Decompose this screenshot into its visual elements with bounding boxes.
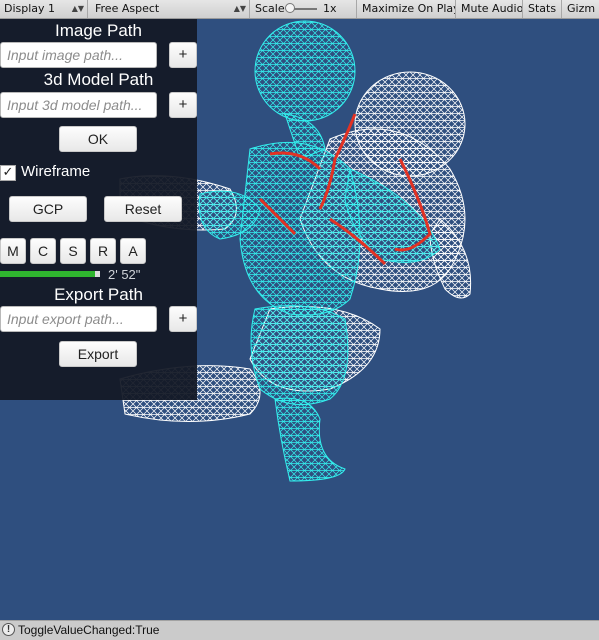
dropdown-arrow-icon: ▲▼ <box>233 4 246 13</box>
image-path-label: Image Path <box>55 21 142 40</box>
maximize-on-play-toggle[interactable]: Maximize On Play <box>358 0 456 18</box>
model-path-label: 3d Model Path <box>43 70 154 89</box>
gizmos-label: Gizm <box>567 2 596 15</box>
display-dropdown[interactable]: Display 1 ▲▼ <box>0 0 88 18</box>
scale-label: Scale <box>255 2 285 15</box>
elapsed-time: 2' 52" <box>108 267 141 282</box>
scale-value: 1x <box>323 2 337 15</box>
progress-bar <box>0 271 100 277</box>
wireframe-label: Wireframe <box>21 163 91 180</box>
display-label: Display 1 <box>4 2 56 15</box>
ok-button[interactable]: OK <box>59 126 137 152</box>
stats-label: Stats <box>528 2 557 15</box>
mode-button-s[interactable]: S <box>60 238 86 264</box>
mode-button-a[interactable]: A <box>120 238 146 264</box>
aspect-label: Free Aspect <box>95 2 160 15</box>
mode-button-m[interactable]: M <box>0 238 26 264</box>
game-view-toolbar: Display 1 ▲▼ Free Aspect ▲▼ Scale 1x Max… <box>0 0 599 19</box>
progress-bar-fill <box>0 271 95 277</box>
status-message: ToggleValueChanged:True <box>18 623 160 637</box>
wireframe-checkbox[interactable]: ✓ <box>0 165 16 181</box>
aspect-dropdown[interactable]: Free Aspect ▲▼ <box>91 0 250 18</box>
console-status-bar[interactable]: ! ToggleValueChanged:True <box>0 620 599 640</box>
add-export-button[interactable]: + <box>169 306 197 332</box>
dropdown-arrow-icon: ▲▼ <box>71 4 84 13</box>
mute-audio-label: Mute Audio <box>461 2 523 15</box>
export-button[interactable]: Export <box>59 341 137 367</box>
mode-button-c[interactable]: C <box>30 238 56 264</box>
scale-slider-handle[interactable] <box>285 3 295 13</box>
info-icon: ! <box>2 623 15 636</box>
mode-button-r[interactable]: R <box>90 238 116 264</box>
control-panel: Image Path + 3d Model Path + OK ✓ Wirefr… <box>0 19 197 400</box>
model-path-input[interactable] <box>0 92 157 118</box>
export-path-input[interactable] <box>0 306 157 332</box>
image-path-input[interactable] <box>0 42 157 68</box>
check-icon: ✓ <box>2 165 14 180</box>
stats-toggle[interactable]: Stats <box>524 0 562 18</box>
add-model-button[interactable]: + <box>169 92 197 118</box>
export-path-label: Export Path <box>54 285 143 304</box>
maximize-on-play-label: Maximize On Play <box>362 2 456 15</box>
add-image-button[interactable]: + <box>169 42 197 68</box>
gcp-button[interactable]: GCP <box>9 196 87 222</box>
gizmos-dropdown[interactable]: Gizm <box>563 0 599 18</box>
reset-button[interactable]: Reset <box>104 196 182 222</box>
mute-audio-toggle[interactable]: Mute Audio <box>457 0 523 18</box>
scale-control: Scale 1x <box>251 0 357 18</box>
